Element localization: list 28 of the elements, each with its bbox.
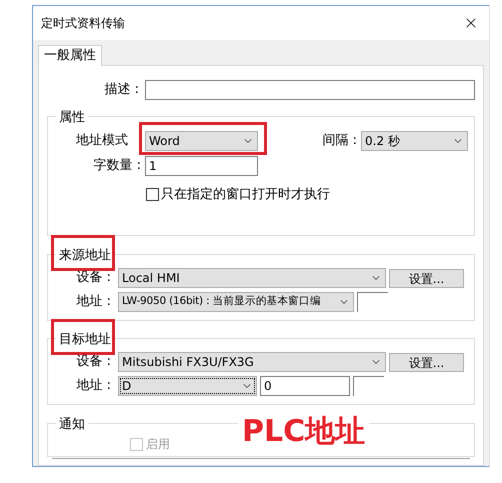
dropdown[interactable]: D [118,376,257,396]
checkbox[interactable] [146,188,159,202]
dropdown[interactable]: Word [145,131,258,151]
window-title: 定时式资料传输 [41,15,125,32]
input-field[interactable] [145,80,475,100]
field-label: 地址 : [75,293,112,312]
field-label: 设备 : [75,269,112,288]
field-label: 地址 : [75,377,112,396]
group-title: 通知 [59,417,85,432]
field-label: 间隔 : [321,132,358,150]
field-label: 设备 : [75,353,112,372]
dropdown[interactable]: 0.2 秒 [361,131,468,151]
dropdown[interactable]: Mitsubishi FX3U/FX3G [118,352,386,372]
settings-button[interactable]: 设置... [389,268,464,288]
field-label: 字数量 : [92,157,142,176]
input-field[interactable]: 1 [145,156,258,176]
input-field[interactable]: 0 [260,376,350,396]
dropdown[interactable]: LW-9050 (16bit) : 当前显示的基本窗口编 [118,292,354,312]
group-title: 属性 [59,110,85,125]
field-label: 地址模式 [75,132,129,150]
dropdown[interactable]: Local HMI [118,268,386,288]
field-label: 描述 : [103,81,140,100]
group-title: 目标地址 [59,332,111,347]
checkbox-label: 只在指定的窗口打开时才执行 [161,186,330,204]
checkbox-label: 启用 [146,436,170,453]
tab[interactable]: 一般属性 [38,45,102,66]
settings-button[interactable]: 设置... [389,352,464,372]
group-title: 来源地址 [59,248,111,263]
